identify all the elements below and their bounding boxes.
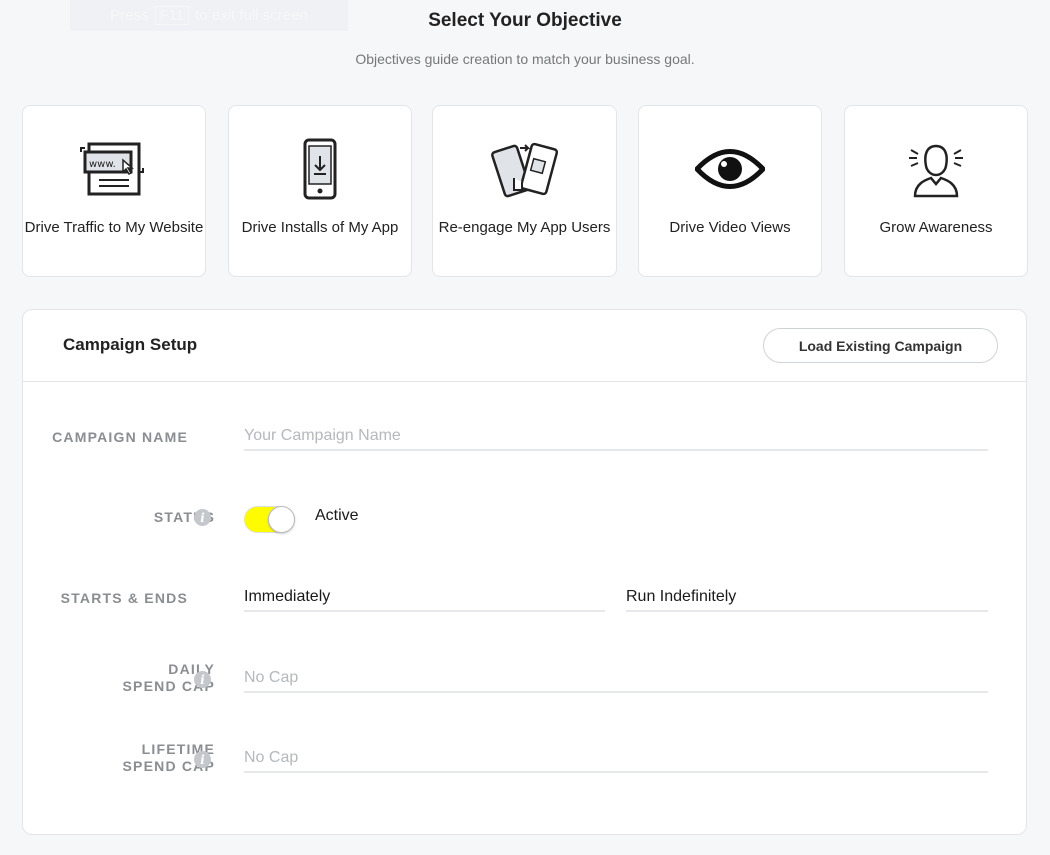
app-install-icon	[303, 138, 337, 200]
panel-title: Campaign Setup	[63, 335, 198, 354]
lifetime-spend-cap-input[interactable]: No Cap	[244, 745, 988, 773]
page-subtitle: Objectives guide creation to match your …	[355, 51, 695, 67]
objective-card-app-installs[interactable]: Drive Installs of My App	[228, 105, 412, 277]
website-icon: www.	[80, 142, 144, 196]
re-engage-icon	[490, 142, 558, 198]
campaign-setup-panel: Campaign Setup Load Existing Campaign CA…	[22, 309, 1027, 835]
objective-card-website[interactable]: www. Drive Traffic to My Website	[22, 105, 206, 277]
page-title: Select Your Objective	[428, 10, 622, 31]
status-value: Active	[315, 507, 359, 524]
svg-text:www.: www.	[89, 159, 116, 170]
placeholder: Your Campaign Name	[244, 427, 401, 444]
eye-icon	[695, 149, 765, 189]
placeholder: No Cap	[244, 749, 299, 766]
value: Run Indefinitely	[626, 588, 737, 605]
label-text: CAMPAIGN NAME	[52, 429, 188, 445]
placeholder: No Cap	[244, 669, 299, 686]
info-icon[interactable]: i	[194, 509, 211, 526]
start-date-input[interactable]: Immediately	[244, 584, 605, 612]
objective-card-awareness[interactable]: Grow Awareness	[844, 105, 1028, 277]
daily-spend-cap-input[interactable]: No Cap	[244, 665, 988, 693]
objective-label: Grow Awareness	[879, 219, 993, 236]
label-text: STARTS & ENDS	[60, 590, 188, 606]
status-toggle[interactable]	[244, 506, 295, 533]
awareness-person-icon	[909, 144, 963, 198]
objective-label: Drive Video Views	[669, 219, 791, 236]
panel-header: Campaign Setup Load Existing Campaign	[23, 310, 1026, 382]
value: Immediately	[244, 588, 331, 605]
toggle-knob	[268, 506, 295, 533]
objective-card-re-engage[interactable]: Re-engage My App Users	[432, 105, 617, 277]
info-icon[interactable]: i	[194, 671, 211, 688]
info-icon[interactable]: i	[194, 751, 211, 768]
campaign-name-label: CAMPAIGN NAME	[52, 429, 188, 446]
starts-ends-label: STARTS & ENDS	[61, 590, 188, 607]
objective-card-video-views[interactable]: Drive Video Views	[638, 105, 822, 277]
campaign-name-input[interactable]: Your Campaign Name	[244, 423, 988, 451]
end-date-input[interactable]: Run Indefinitely	[626, 584, 988, 612]
objective-label: Drive Installs of My App	[241, 219, 399, 236]
objective-label: Drive Traffic to My Website	[24, 219, 204, 236]
objective-label: Re-engage My App Users	[438, 219, 611, 236]
load-existing-campaign-button[interactable]: Load Existing Campaign	[763, 328, 998, 363]
